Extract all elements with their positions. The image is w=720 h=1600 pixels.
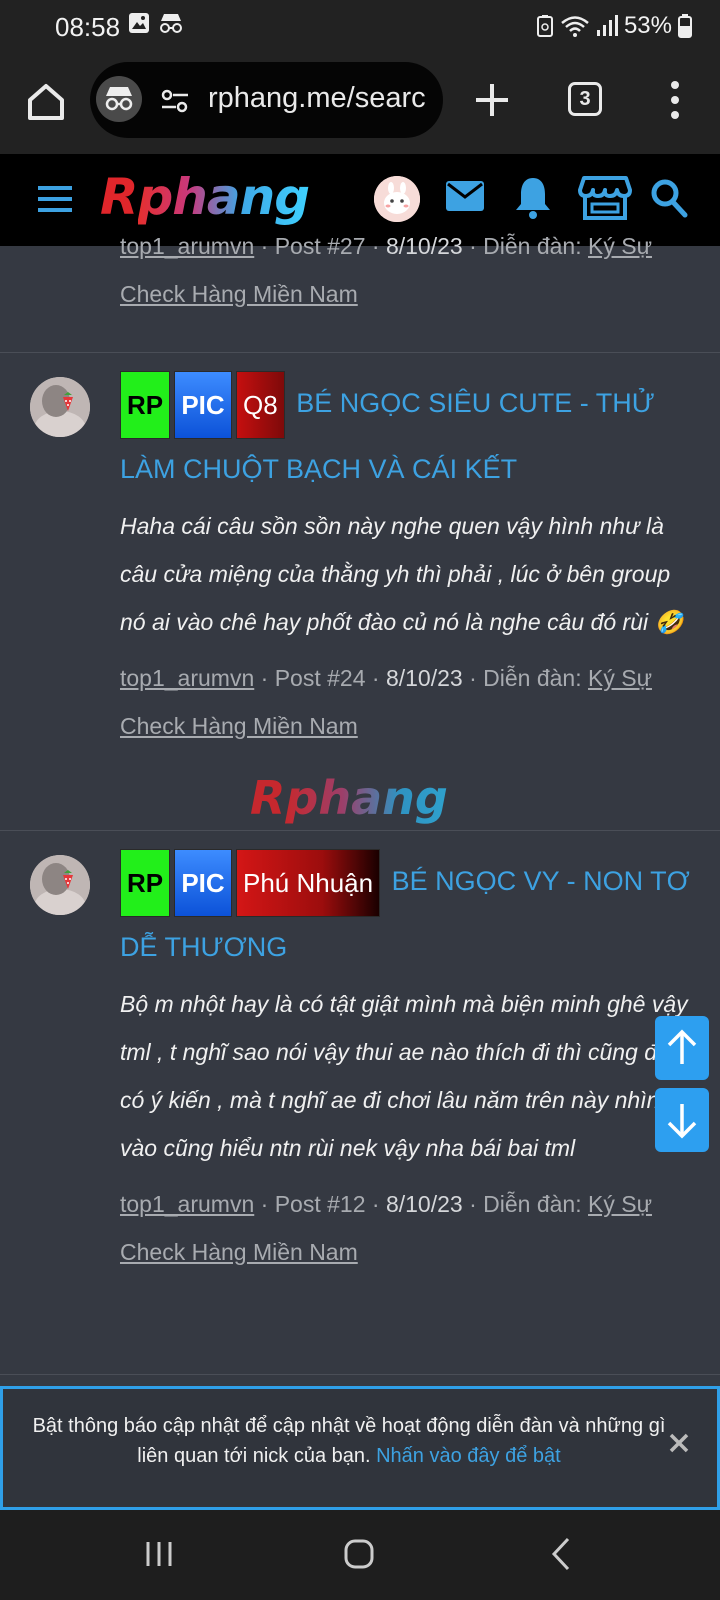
site-settings-icon[interactable] — [160, 86, 190, 116]
notification-text: Bật thông báo cập nhật để cập nhật về ho… — [29, 1411, 669, 1471]
tag-rp[interactable]: RP — [120, 371, 170, 439]
data-saver-icon — [536, 15, 553, 37]
forum-link-cont[interactable]: Check Hàng Miền Nam — [120, 713, 358, 739]
system-navigation-bar — [0, 1510, 720, 1600]
watermark-r: R — [250, 771, 286, 825]
post-title-text[interactable]: BÉ NGỌC SIÊU CUTE - THỬ — [296, 388, 655, 418]
back-icon[interactable] — [548, 1536, 574, 1572]
forum-link[interactable]: Ký Sự — [588, 665, 652, 691]
tag-rp[interactable]: RP — [120, 849, 170, 917]
address-bar[interactable]: rphang.me/search — [90, 62, 443, 138]
arrow-up-icon — [667, 1029, 697, 1064]
wifi-icon — [561, 16, 589, 37]
list-item: RP PIC Phú Nhuận BÉ NGỌC VY - NON TƠ DỄ TH… — [0, 830, 720, 1354]
forum-link[interactable]: Ký Sự — [588, 233, 652, 259]
gallery-icon — [129, 13, 149, 33]
post-title-text-cont[interactable]: LÀM CHUỘT BẠCH VÀ CÁI KẾT — [120, 454, 517, 484]
tag-district[interactable]: Phú Nhuận — [236, 849, 381, 917]
home-nav-icon[interactable] — [343, 1538, 375, 1570]
avatar-image — [374, 176, 420, 222]
list-item: RP PIC Q8 BÉ NGỌC SIÊU CUTE - THỬ LÀM CHUỘ… — [0, 352, 720, 830]
avatar[interactable] — [30, 855, 90, 915]
url-text[interactable]: rphang.me/search — [208, 82, 426, 122]
more-vert-icon[interactable] — [660, 78, 690, 122]
post-body: RP PIC Q8 BÉ NGỌC SIÊU CUTE - THỬ LÀM CHUỘ… — [120, 371, 690, 750]
user-avatar[interactable] — [374, 176, 420, 222]
tab-switcher-button[interactable]: 3 — [568, 82, 602, 116]
avatar-image — [30, 377, 90, 437]
hamburger-menu-icon[interactable] — [36, 182, 76, 216]
tag-district[interactable]: Q8 — [236, 371, 285, 439]
logo-r: R — [100, 168, 139, 226]
post-meta: top1_arumvn · Post #27 · 8/10/23 · Diễn … — [120, 233, 652, 307]
battery-icon — [678, 14, 692, 38]
post-number: Post #27 — [274, 233, 366, 259]
search-icon[interactable] — [650, 178, 688, 218]
status-icons-right: 53% — [536, 12, 692, 40]
post-title-text[interactable]: BÉ NGỌC VY - NON TƠ — [392, 866, 690, 896]
incognito-icon — [160, 14, 182, 33]
list-item: top1_arumvn · Post #27 · 8/10/23 · Diễn … — [0, 222, 720, 348]
post-number: Post #12 — [274, 1191, 366, 1217]
tag-pic[interactable]: PIC — [174, 371, 232, 439]
signal-icon — [596, 15, 618, 36]
bell-icon[interactable] — [512, 174, 554, 220]
forum-link[interactable]: Ký Sự — [588, 1191, 652, 1217]
forum-label: Diễn đàn: — [483, 665, 582, 691]
status-icons-left — [128, 12, 184, 34]
notification-message: Bật thông báo cập nhật để cập nhật về ho… — [32, 1415, 666, 1467]
battery-percent: 53% — [623, 12, 672, 39]
plus-icon[interactable] — [470, 78, 514, 122]
arrow-down-icon — [667, 1104, 697, 1139]
post-number: Post #24 — [274, 665, 366, 691]
post-title-text-cont[interactable]: DỄ THƯƠNG — [120, 932, 287, 962]
scroll-top-button[interactable] — [655, 1016, 709, 1080]
incognito-badge[interactable] — [96, 76, 142, 122]
watermark-logo: Rphang — [250, 770, 470, 830]
home-icon[interactable] — [22, 78, 70, 126]
post-snippet: Haha cái câu sồn sồn này nghe quen vậy h… — [120, 513, 684, 635]
author-link[interactable]: top1_arumvn — [120, 665, 254, 691]
store-icon[interactable] — [578, 174, 632, 222]
notification-banner: Bật thông báo cập nhật để cập nhật về ho… — [0, 1386, 720, 1510]
clock: 08:58 — [55, 12, 121, 42]
post-title[interactable]: RP PIC Phú Nhuận BÉ NGỌC VY - NON TƠ DỄ TH… — [120, 849, 690, 978]
close-icon[interactable] — [667, 1431, 691, 1455]
author-link[interactable]: top1_arumvn — [120, 233, 254, 259]
post-meta: top1_arumvn · Post #24 · 8/10/23 · Diễn … — [120, 665, 652, 739]
post-snippet: Bộ m nhột hay là có tật giật mình mà biệ… — [120, 991, 688, 1161]
forum-label: Diễn đàn: — [483, 233, 582, 259]
forum-link-cont[interactable]: Check Hàng Miền Nam — [120, 1239, 358, 1265]
mail-icon[interactable] — [444, 178, 486, 214]
post-date: 8/10/23 — [385, 665, 463, 691]
post-body: RP PIC Phú Nhuận BÉ NGỌC VY - NON TƠ DỄ TH… — [120, 849, 690, 1276]
watermark-rest: phang — [285, 771, 448, 825]
browser-toolbar: rphang.me/search 3 — [0, 52, 720, 154]
post-date: 8/10/23 — [385, 233, 463, 259]
status-bar: 08:58 53% — [0, 0, 720, 52]
logo-rest: phang — [137, 168, 311, 226]
avatar-image — [30, 855, 90, 915]
tag-pic[interactable]: PIC — [174, 849, 232, 917]
post-meta: top1_arumvn · Post #12 · 8/10/23 · Diễn … — [120, 1191, 652, 1265]
incognito-icon — [105, 87, 133, 111]
forum-link-cont[interactable]: Check Hàng Miền Nam — [120, 281, 358, 307]
scroll-bottom-button[interactable] — [655, 1088, 709, 1152]
post-title[interactable]: RP PIC Q8 BÉ NGỌC SIÊU CUTE - THỬ LÀM CHUỘ… — [120, 371, 690, 500]
enable-notifications-link[interactable]: Nhấn vào đây để bật — [376, 1445, 561, 1467]
recent-apps-icon[interactable] — [144, 1538, 174, 1570]
author-link[interactable]: top1_arumvn — [120, 1191, 254, 1217]
post-date: 8/10/23 — [385, 1191, 463, 1217]
avatar[interactable] — [30, 377, 90, 437]
forum-label: Diễn đàn: — [483, 1191, 582, 1217]
divider — [0, 1374, 720, 1384]
